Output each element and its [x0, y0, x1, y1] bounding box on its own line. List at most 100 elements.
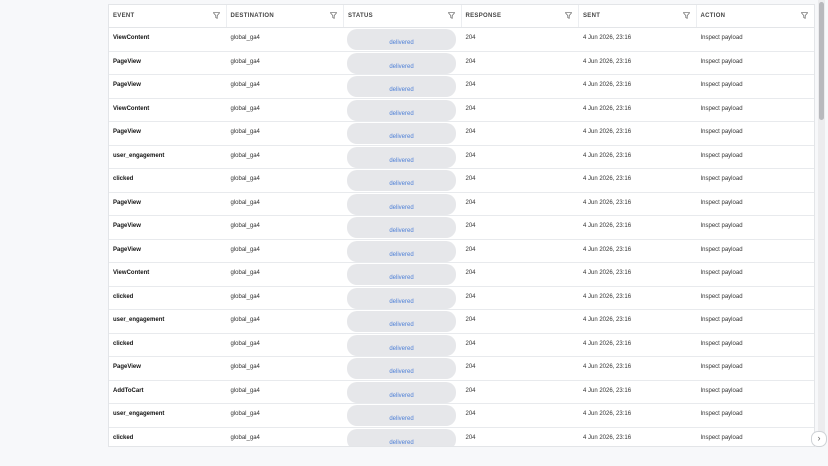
cell-response: 204 [465, 434, 476, 441]
status-badge: delivered [347, 146, 456, 168]
cell-event: PageView [113, 82, 141, 88]
cell-response: 204 [465, 105, 476, 112]
cell-event: user_engagement [113, 152, 165, 159]
table-row[interactable]: PageView global_ga4 delivered 204 4 Jun 2026… [109, 122, 814, 146]
cell-response: 204 [465, 317, 476, 323]
column-header-label: EVENT [113, 13, 135, 19]
table-row[interactable]: PageView global_ga4 delivered 204 4 Jun 2026… [109, 216, 814, 240]
cell-status: delivered [344, 334, 462, 357]
column-header-response[interactable]: RESPONSE [462, 5, 579, 27]
filter-icon[interactable] [801, 12, 808, 19]
filter-icon[interactable] [682, 12, 690, 19]
column-header-sent[interactable]: SENT [579, 5, 697, 27]
table-row[interactable]: PageView global_ga4 delivered 204 4 Jun 2026… [109, 52, 815, 75]
cell-destination: global_ga4 [230, 129, 260, 135]
cell-destination: global_ga4 [230, 105, 260, 112]
scrollbar-thumb[interactable] [819, 2, 824, 120]
cell-action[interactable]: Inspect payload [697, 193, 815, 216]
table-row[interactable]: AddToCart global_ga4 delivered 204 4 Jun 202… [109, 381, 815, 404]
cell-response: 204 [465, 270, 476, 276]
cell-sent: 4 Jun 2026, 23:16 [583, 317, 632, 323]
table-header: EVENT DESTINATION STATUS RESPONSE SENT ACTION [109, 5, 814, 28]
cell-event: clicked [113, 340, 134, 347]
table-row[interactable]: clicked global_ga4 delivered 204 4 Jun 2026,… [109, 334, 815, 357]
cell-action[interactable]: Inspect payload [697, 169, 815, 192]
table-row[interactable]: ViewContent global_ga4 delivered 204 4 Jun 2… [109, 28, 814, 52]
table-row[interactable]: PageView global_ga4 delivered 204 4 Jun 2026… [109, 193, 815, 216]
cell-action[interactable]: Inspect payload [697, 216, 815, 239]
cell-action[interactable]: Inspect payload [697, 240, 815, 263]
table-row[interactable]: PageView global_ga4 delivered 204 4 Jun 2026… [109, 357, 814, 381]
cell-action[interactable]: Inspect payload [697, 99, 815, 122]
filter-icon[interactable] [330, 12, 337, 19]
column-header-destination[interactable]: DESTINATION [227, 5, 344, 27]
cell-sent: 4 Jun 2026, 23:16 [583, 364, 632, 370]
cell-sent: 4 Jun 2026, 23:16 [583, 199, 632, 206]
cell-status: delivered [344, 75, 462, 98]
cell-response: 204 [465, 293, 476, 300]
table-row[interactable]: ViewContent global_ga4 delivered 204 4 Jun 2… [109, 99, 815, 122]
cell-event: PageView [113, 199, 141, 206]
chevron-right-icon: › [817, 433, 821, 443]
cell-status: delivered [344, 263, 462, 286]
table-row[interactable]: user_engagement global_ga4 delivered 204 4 J… [109, 146, 815, 169]
cell-destination: global_ga4 [230, 82, 260, 88]
scroll-right-button[interactable]: › [811, 431, 827, 447]
cell-status: delivered [344, 28, 462, 51]
filter-icon[interactable] [565, 12, 572, 19]
cell-action[interactable]: Inspect payload [697, 263, 815, 286]
cell-sent: 4 Jun 2026, 23:16 [583, 82, 632, 88]
table-row[interactable]: clicked global_ga4 delivered 204 4 Jun 2026,… [109, 169, 814, 193]
cell-sent: 4 Jun 2026, 23:16 [583, 387, 632, 394]
cell-response: 204 [465, 246, 476, 253]
cell-response: 204 [465, 223, 476, 229]
cell-sent: 4 Jun 2026, 23:16 [583, 340, 632, 347]
cell-event: PageView [113, 246, 141, 253]
cell-sent: 4 Jun 2026, 23:16 [583, 293, 632, 300]
table-row[interactable]: user_engagement global_ga4 delivered 204 4 J… [109, 404, 814, 428]
cell-event: clicked [113, 176, 134, 182]
status-badge: delivered [347, 170, 456, 191]
table-row[interactable]: ViewContent global_ga4 delivered 204 4 Jun 2… [109, 263, 814, 287]
cell-action[interactable]: Inspect payload [697, 381, 815, 404]
cell-destination: global_ga4 [230, 199, 260, 206]
column-header-status[interactable]: STATUS [344, 5, 462, 27]
cell-action[interactable]: Inspect payload [697, 52, 815, 75]
table-row[interactable]: user_engagement global_ga4 delivered 204 4 J… [109, 310, 814, 334]
cell-action[interactable]: Inspect payload [697, 404, 815, 427]
cell-event: PageView [113, 129, 141, 135]
cell-status: delivered [344, 357, 462, 380]
cell-action[interactable]: Inspect payload [697, 357, 815, 380]
table-row[interactable]: PageView global_ga4 delivered 204 4 Jun 2026… [109, 75, 814, 99]
cell-event: PageView [113, 58, 141, 65]
cell-status: delivered [344, 310, 462, 333]
table-row[interactable]: clicked global_ga4 delivered 204 4 Jun 2026,… [109, 428, 815, 447]
column-header-event[interactable]: EVENT [109, 5, 227, 27]
cell-response: 204 [465, 176, 476, 182]
cell-action[interactable]: Inspect payload [697, 146, 815, 169]
cell-status: delivered [344, 287, 462, 310]
column-header-label: STATUS [348, 13, 373, 19]
cell-action[interactable]: Inspect payload [697, 334, 815, 357]
cell-sent: 4 Jun 2026, 23:16 [583, 35, 632, 41]
cell-action[interactable]: Inspect payload [697, 122, 815, 145]
cell-status: delivered [344, 169, 462, 192]
cell-action[interactable]: Inspect payload [697, 28, 815, 51]
column-header-action[interactable]: ACTION [697, 5, 815, 27]
status-badge: delivered [347, 76, 456, 97]
table-row[interactable]: PageView global_ga4 delivered 204 4 Jun 2026… [109, 240, 815, 263]
cell-action[interactable]: Inspect payload [697, 310, 815, 333]
cell-response: 204 [465, 387, 476, 394]
cell-action[interactable]: Inspect payload [697, 428, 815, 447]
filter-icon[interactable] [212, 12, 220, 19]
cell-action[interactable]: Inspect payload [697, 287, 815, 310]
cell-status: delivered [344, 52, 462, 75]
table-row[interactable]: clicked global_ga4 delivered 204 4 Jun 2026,… [109, 287, 815, 310]
status-badge: delivered [347, 311, 456, 332]
cell-response: 204 [465, 364, 476, 370]
filter-icon[interactable] [447, 12, 455, 19]
cell-sent: 4 Jun 2026, 23:16 [583, 176, 632, 182]
cell-sent: 4 Jun 2026, 23:16 [583, 105, 632, 112]
status-badge: delivered [347, 29, 456, 50]
cell-action[interactable]: Inspect payload [697, 75, 815, 98]
